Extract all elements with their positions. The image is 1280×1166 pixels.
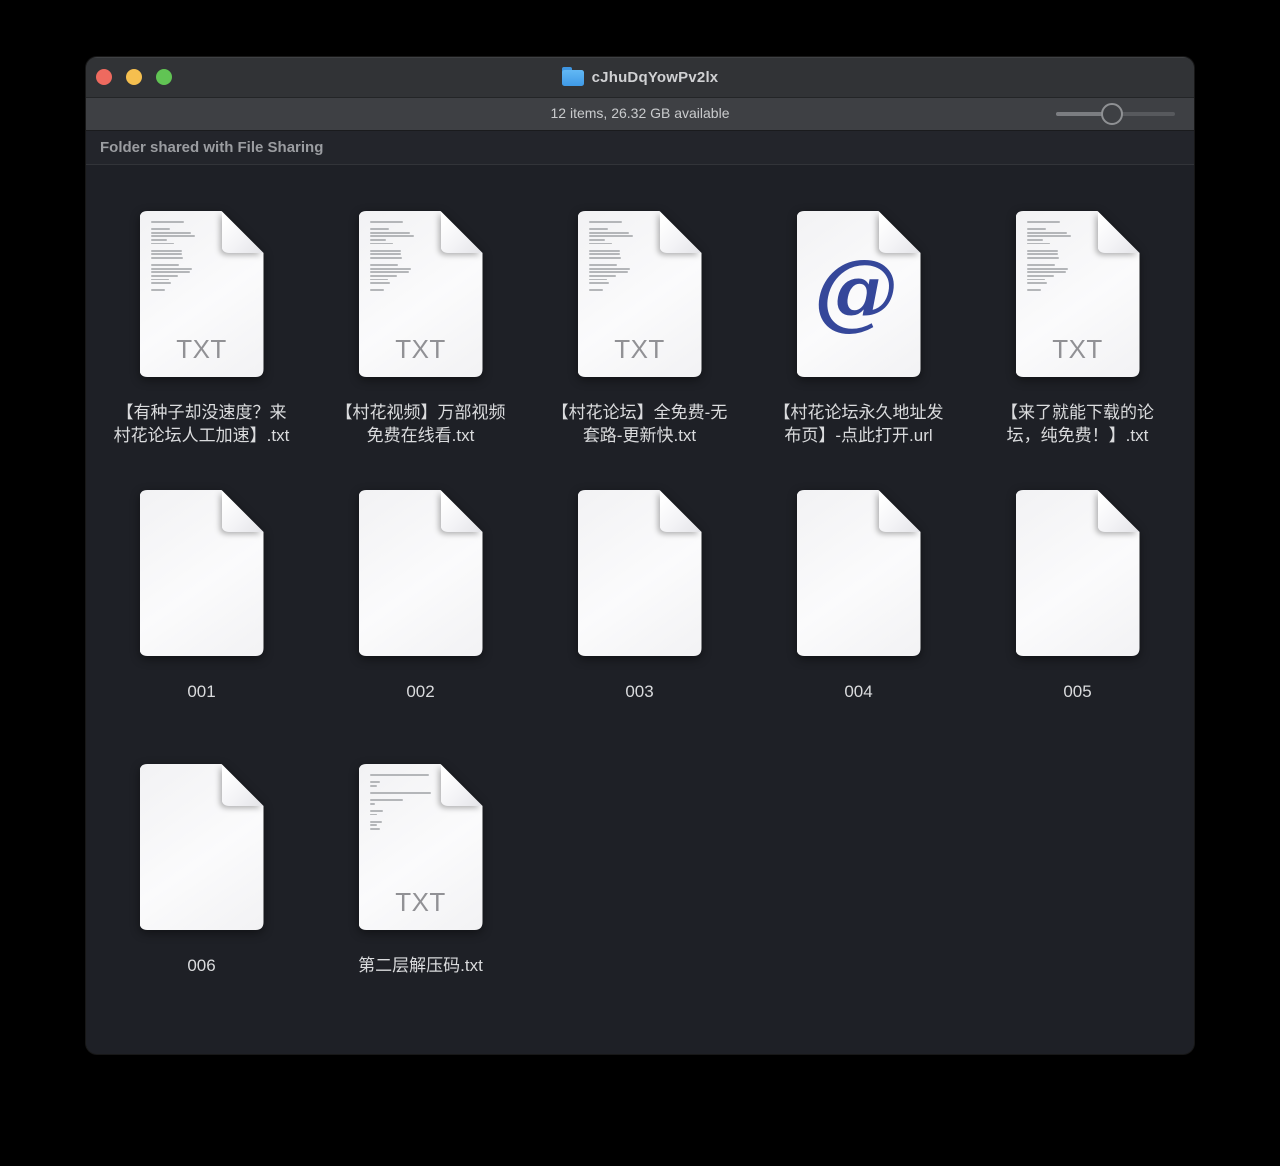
file-label: 【村花论坛永久地址发 布页】-点此打开.url (773, 403, 944, 445)
status-bar: 12 items, 26.32 GB available (86, 98, 1194, 131)
txt-badge: TXT (395, 334, 446, 364)
document-text-lines (150, 221, 216, 293)
file-row: 001 002 003 004 005 (92, 490, 1194, 703)
file-item[interactable]: TXT 【来了就能下载的论 坛，纯免费！】.txt (968, 211, 1187, 447)
document-icon[interactable] (140, 764, 264, 930)
page-fold-icon (222, 490, 264, 532)
page-fold-icon (441, 764, 483, 806)
page-fold-icon (660, 211, 702, 253)
txt-badge: TXT (1052, 334, 1103, 364)
title-area: cJhuDqYowPv2lx (86, 57, 1194, 97)
txt-badge: TXT (614, 334, 665, 364)
traffic-lights (96, 57, 172, 97)
file-item[interactable]: 005 (968, 490, 1187, 703)
file-item[interactable]: 006 (92, 764, 311, 977)
at-symbol-icon: @ (814, 240, 899, 340)
file-label: 【村花视频】万部视频 免费在线看.txt (335, 403, 506, 445)
file-item[interactable]: TXT 【有种子却没速度？来 村花论坛人工加速】.txt (92, 211, 311, 447)
minimize-button[interactable] (126, 69, 142, 85)
txt-badge: TXT (176, 334, 227, 364)
window-title: cJhuDqYowPv2lx (591, 68, 719, 86)
finder-window: cJhuDqYowPv2lx 12 items, 26.32 GB availa… (86, 57, 1194, 1054)
file-label: 第二层解压码.txt (358, 956, 483, 975)
file-label: 【来了就能下载的论 坛，纯免费！】.txt (1001, 403, 1154, 445)
file-item[interactable]: 003 (530, 490, 749, 703)
page-fold-icon (879, 211, 921, 253)
desktop-background: cJhuDqYowPv2lx 12 items, 26.32 GB availa… (0, 0, 1280, 1166)
status-text: 12 items, 26.32 GB available (550, 105, 730, 121)
page-fold-icon (441, 211, 483, 253)
file-item[interactable]: TXT 第二层解压码.txt (311, 764, 530, 977)
document-text-lines (1026, 221, 1092, 293)
document-icon[interactable]: @ (797, 211, 921, 377)
file-label: 004 (844, 682, 873, 701)
close-button[interactable] (96, 69, 112, 85)
document-icon[interactable]: TXT (140, 211, 264, 377)
file-item[interactable]: TXT 【村花视频】万部视频 免费在线看.txt (311, 211, 530, 447)
file-label: 【有种子却没速度？来 村花论坛人工加速】.txt (113, 403, 290, 445)
folder-icon (561, 66, 584, 86)
file-item[interactable]: 002 (311, 490, 530, 703)
document-text-lines (369, 774, 435, 832)
file-label: 001 (187, 682, 216, 701)
file-grid[interactable]: TXT 【有种子却没速度？来 村花论坛人工加速】.txt TXT 【村花视频】万… (86, 211, 1194, 1054)
file-item[interactable]: @ 【村花论坛永久地址发 布页】-点此打开.url (749, 211, 968, 447)
file-item[interactable]: 004 (749, 490, 968, 703)
titlebar[interactable]: cJhuDqYowPv2lx (86, 57, 1194, 98)
file-item[interactable]: TXT 【村花论坛】全免费-无 套路-更新快.txt (530, 211, 749, 447)
banner-text: Folder shared with File Sharing (100, 139, 324, 156)
file-row: 006 TXT 第二层解压码.txt (92, 764, 1194, 977)
page-fold-icon (441, 490, 483, 532)
document-icon[interactable]: TXT (359, 211, 483, 377)
file-label: 006 (187, 956, 216, 975)
file-row: TXT 【有种子却没速度？来 村花论坛人工加速】.txt TXT 【村花视频】万… (92, 211, 1194, 447)
icon-size-slider[interactable] (1056, 98, 1175, 130)
page-fold-icon (1098, 490, 1140, 532)
file-label: 【村花论坛】全免费-无 套路-更新快.txt (551, 403, 728, 445)
page-fold-icon (660, 490, 702, 532)
file-label: 002 (406, 682, 435, 701)
document-text-lines (369, 221, 435, 293)
file-label: 005 (1063, 682, 1092, 701)
document-icon[interactable] (359, 490, 483, 656)
page-fold-icon (1098, 211, 1140, 253)
shared-folder-banner: Folder shared with File Sharing (86, 131, 1194, 165)
file-item[interactable]: 001 (92, 490, 311, 703)
slider-knob[interactable] (1100, 103, 1123, 125)
document-icon[interactable] (1016, 490, 1140, 656)
page-fold-icon (222, 211, 264, 253)
file-label: 003 (625, 682, 654, 701)
document-icon[interactable]: TXT (359, 764, 483, 930)
page-fold-icon (222, 764, 264, 806)
document-icon[interactable] (140, 490, 264, 656)
page-fold-icon (879, 490, 921, 532)
document-icon[interactable]: TXT (1016, 211, 1140, 377)
document-icon[interactable] (578, 490, 702, 656)
fullscreen-button[interactable] (156, 69, 172, 85)
document-text-lines (588, 221, 654, 293)
document-icon[interactable]: TXT (578, 211, 702, 377)
document-icon[interactable] (797, 490, 921, 656)
txt-badge: TXT (395, 887, 446, 917)
